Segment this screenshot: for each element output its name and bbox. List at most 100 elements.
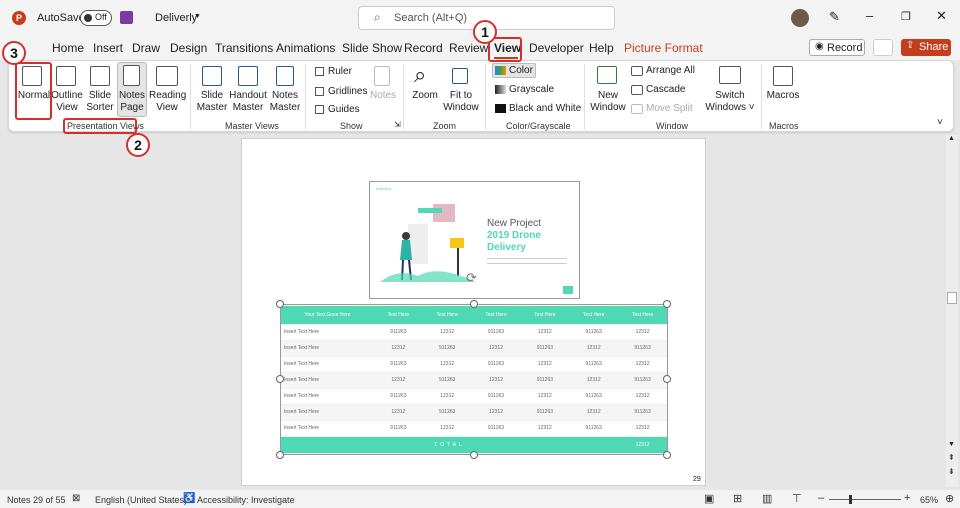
spellcheck-icon[interactable]: ⊠ [72, 493, 80, 504]
next-page-icon[interactable]: ⇟ [948, 467, 955, 476]
rotate-handle-icon[interactable]: ⟳ [466, 270, 477, 286]
reading-view-icon[interactable]: ▥ [762, 492, 772, 505]
resize-handle[interactable] [470, 300, 478, 308]
new-window-icon [597, 66, 617, 84]
close-icon[interactable]: ✕ [936, 8, 947, 24]
slide-master-button[interactable]: Slide Master [196, 90, 228, 114]
grayscale-button[interactable]: Grayscale [509, 84, 554, 96]
new-window-button[interactable]: New Window [590, 90, 626, 114]
document-title[interactable]: Deliverly [155, 12, 197, 24]
black-and-white-button[interactable]: Black and White [509, 103, 581, 115]
vertical-scrollbar[interactable]: ▲ ▼ ⇞ ⇟ [946, 135, 958, 487]
arrange-all-button[interactable]: Arrange All [646, 65, 695, 77]
language-status[interactable]: English (United States) [95, 495, 187, 505]
autosave-toggle[interactable]: Off [80, 10, 112, 26]
handout-master-button[interactable]: Handout Master [229, 90, 267, 114]
avatar[interactable] [791, 9, 809, 27]
tab-insert[interactable]: Insert [93, 41, 123, 55]
tab-slide-show[interactable]: Slide Show [342, 41, 402, 55]
restore-icon[interactable]: ❐ [901, 10, 911, 23]
page-number: 29 [693, 476, 701, 483]
callout-2: 2 [126, 133, 150, 157]
resize-handle[interactable] [470, 451, 478, 459]
notes-page-icon [123, 65, 140, 86]
share-button[interactable]: ⇪ Share [901, 39, 951, 56]
scroll-thumb[interactable] [947, 292, 957, 304]
resize-handle[interactable] [276, 300, 284, 308]
collapse-ribbon-icon[interactable]: ˅ [937, 117, 943, 128]
resize-handle[interactable] [663, 451, 671, 459]
minimize-icon[interactable]: – [866, 8, 873, 23]
guides-checkbox[interactable] [315, 105, 324, 114]
reading-view-button[interactable]: Reading View [149, 90, 186, 114]
fit-slide-icon[interactable]: ⊕ [945, 492, 954, 505]
black-white-icon [495, 104, 506, 113]
zoom-slider-thumb[interactable] [849, 495, 852, 504]
dialog-launcher-icon[interactable]: ⇲ [394, 120, 401, 129]
slide-corner-badge [563, 286, 573, 294]
zoom-slider[interactable] [829, 495, 901, 504]
slide-sorter-button[interactable]: Slide Sorter [84, 90, 116, 114]
callout-3: 3 [2, 41, 26, 65]
prev-page-icon[interactable]: ⇞ [948, 453, 955, 462]
outline-view-icon [56, 66, 76, 86]
slideshow-icon[interactable]: ⊤ [792, 492, 802, 505]
zoom-in-icon[interactable]: + [904, 492, 910, 504]
macros-icon [773, 66, 793, 86]
pen-icon[interactable]: ✎ [829, 9, 840, 25]
save-icon[interactable] [120, 11, 133, 24]
notes-icon [374, 66, 390, 86]
tab-transitions[interactable]: Transitions [215, 41, 273, 55]
tab-record[interactable]: Record [404, 41, 443, 55]
zoom-level[interactable]: 65% [920, 495, 938, 505]
notes-master-button[interactable]: Notes Master [268, 90, 302, 114]
tab-developer[interactable]: Developer [529, 41, 584, 55]
tab-animations[interactable]: Animations [276, 41, 335, 55]
tab-draw[interactable]: Draw [132, 41, 160, 55]
ruler-checkbox[interactable] [315, 67, 324, 76]
autosave-label: AutoSave [37, 12, 85, 24]
group-macros: Macros [769, 121, 799, 131]
scroll-up-icon[interactable]: ▲ [948, 135, 955, 142]
group-color-grayscale: Color/Grayscale [506, 121, 571, 131]
record-button[interactable]: ◉ Record [809, 39, 865, 56]
callout-1: 1 [473, 20, 497, 44]
tab-picture-format[interactable]: Picture Format [624, 41, 703, 55]
powerpoint-logo-icon: P [12, 11, 26, 25]
scroll-down-icon[interactable]: ▼ [948, 441, 955, 448]
ruler-label: Ruler [328, 66, 352, 77]
outline-view-button[interactable]: Outline View [50, 90, 84, 114]
grayscale-icon [495, 85, 506, 94]
macros-button[interactable]: Macros [766, 90, 800, 102]
notes-page-button[interactable]: Notes Page [117, 90, 147, 114]
gridlines-checkbox[interactable] [315, 87, 324, 96]
normal-view-icon[interactable]: ▣ [704, 492, 714, 505]
notes-button[interactable]: Notes [368, 90, 398, 102]
accessibility-status[interactable]: Accessibility: Investigate [197, 495, 295, 505]
fit-to-window-button[interactable]: Fit to Window [442, 90, 480, 114]
resize-handle[interactable] [663, 300, 671, 308]
resize-handle[interactable] [276, 451, 284, 459]
slide-logo: Deliverly [376, 186, 392, 191]
share-label: Share [919, 41, 949, 53]
slide-sorter-icon[interactable]: ⊞ [733, 492, 742, 505]
separator [485, 64, 486, 130]
slide-title-line2: 2019 Drone [487, 230, 541, 241]
cascade-button[interactable]: Cascade [646, 84, 685, 96]
tab-home[interactable]: Home [52, 41, 84, 55]
resize-handle[interactable] [663, 375, 671, 383]
record-dot-icon: ◉ [815, 41, 824, 52]
fit-to-window-icon [452, 68, 468, 84]
color-swatch-icon [495, 66, 506, 75]
move-split-button[interactable]: Move Split [646, 103, 693, 115]
search-icon: ⌕ [374, 10, 381, 24]
zoom-button[interactable]: Zoom [410, 90, 440, 102]
zoom-out-icon[interactable]: – [818, 492, 824, 504]
group-window: Window [656, 121, 689, 131]
separator [305, 64, 306, 130]
resize-handle[interactable] [276, 375, 284, 383]
tab-help[interactable]: Help [589, 41, 614, 55]
switch-windows-button[interactable]: Switch Windows ˅ [705, 90, 755, 114]
tab-design[interactable]: Design [170, 41, 207, 55]
comments-icon[interactable] [873, 39, 893, 56]
